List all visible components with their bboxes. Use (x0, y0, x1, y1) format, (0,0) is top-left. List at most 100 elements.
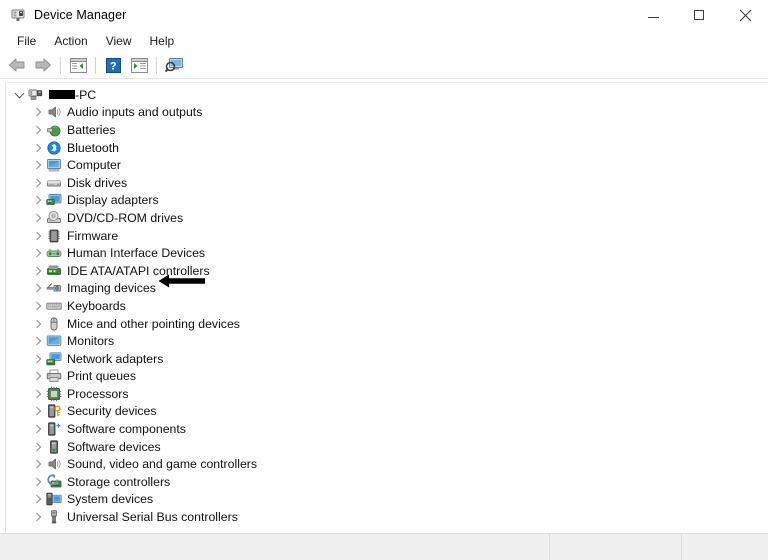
imaging-device-icon (46, 280, 62, 296)
expand-chevron-right-icon[interactable] (30, 510, 44, 524)
expand-chevron-right-icon[interactable] (30, 211, 44, 225)
expand-chevron-right-icon[interactable] (30, 440, 44, 454)
expand-chevron-right-icon[interactable] (30, 193, 44, 207)
expand-chevron-right-icon[interactable] (30, 369, 44, 383)
expand-chevron-right-icon[interactable] (30, 387, 44, 401)
tree-item-keyboards[interactable]: Keyboards (6, 297, 768, 315)
expand-chevron-right-icon[interactable] (30, 141, 44, 155)
tree-item-label: IDE ATA/ATAPI controllers (67, 263, 210, 278)
tree-root-label: -PC (49, 87, 96, 103)
software-component-icon (46, 421, 62, 437)
expand-chevron-right-icon[interactable] (30, 264, 44, 278)
tree-item-storage-controllers[interactable]: Storage controllers (6, 473, 768, 491)
speaker-icon (46, 104, 62, 120)
computer-root-icon (28, 87, 44, 103)
expand-chevron-right-icon[interactable] (30, 352, 44, 366)
tree-item-security-devices[interactable]: Security devices (6, 403, 768, 421)
tree-item-display-adapters[interactable]: Display adapters (6, 192, 768, 210)
tree-item-universal-serial-bus-controllers[interactable]: Universal Serial Bus controllers (6, 508, 768, 526)
tree-root-node[interactable]: -PC (6, 86, 768, 104)
expand-chevron-right-icon[interactable] (30, 229, 44, 243)
expand-chevron-right-icon[interactable] (30, 475, 44, 489)
menu-bar: File Action View Help (0, 30, 768, 52)
properties-button[interactable] (126, 53, 152, 77)
tree-item-ide-ata-atapi-controllers[interactable]: IDE ATA/ATAPI controllers (6, 262, 768, 280)
expand-chevron-right-icon[interactable] (30, 158, 44, 172)
expand-chevron-right-icon[interactable] (30, 422, 44, 436)
content-area: -PC Audio inputs and outputs Batteries B… (0, 79, 768, 533)
tree-item-processors[interactable]: Processors (6, 385, 768, 403)
tree-item-mice-and-other-pointing-devices[interactable]: Mice and other pointing devices (6, 315, 768, 333)
device-manager-icon (10, 7, 26, 23)
tree-item-label: Storage controllers (67, 474, 171, 489)
window-title: Device Manager (34, 8, 127, 22)
tree-item-firmware[interactable]: Firmware (6, 227, 768, 245)
tree-item-print-queues[interactable]: Print queues (6, 368, 768, 386)
expand-chevron-down-icon[interactable] (12, 88, 26, 102)
tree-item-audio-inputs-and-outputs[interactable]: Audio inputs and outputs (6, 104, 768, 122)
tree-item-monitors[interactable]: Monitors (6, 332, 768, 350)
expand-chevron-right-icon[interactable] (30, 334, 44, 348)
maximize-button[interactable] (676, 0, 722, 30)
tree-item-label: Human Interface Devices (67, 246, 206, 261)
optical-drive-icon (46, 210, 62, 226)
menu-item-help[interactable]: Help (141, 32, 184, 51)
tree-item-label: Firmware (67, 228, 119, 243)
tree-item-imaging-devices[interactable]: Imaging devices (6, 280, 768, 298)
tree-item-label: System devices (67, 492, 154, 507)
tree-item-label: Processors (67, 386, 129, 401)
tree-item-label: Disk drives (67, 175, 128, 190)
tree-item-label: Universal Serial Bus controllers (67, 510, 238, 525)
storage-controller-icon (46, 474, 62, 490)
expand-chevron-right-icon[interactable] (30, 317, 44, 331)
show-hide-console-tree-button[interactable] (65, 53, 91, 77)
status-bar (0, 533, 768, 560)
toolbar-separator (95, 56, 96, 74)
tree-item-label: Imaging devices (67, 281, 156, 296)
expand-chevron-right-icon[interactable] (30, 281, 44, 295)
tree-item-bluetooth[interactable]: Bluetooth (6, 139, 768, 157)
expand-chevron-right-icon[interactable] (30, 299, 44, 313)
tree-item-network-adapters[interactable]: Network adapters (6, 350, 768, 368)
back-arrow-icon (9, 58, 25, 72)
tree-item-label: Sound, video and game controllers (67, 457, 258, 472)
device-tree-pane[interactable]: -PC Audio inputs and outputs Batteries B… (5, 82, 768, 533)
back-button[interactable] (4, 53, 30, 77)
forward-button[interactable] (30, 53, 56, 77)
tree-item-disk-drives[interactable]: Disk drives (6, 174, 768, 192)
bluetooth-icon (46, 140, 62, 156)
tree-item-human-interface-devices[interactable]: Human Interface Devices (6, 244, 768, 262)
tree-item-system-devices[interactable]: System devices (6, 491, 768, 509)
tree-item-sound-video-and-game-controllers[interactable]: Sound, video and game controllers (6, 455, 768, 473)
usb-controller-icon (46, 509, 62, 525)
minimize-button[interactable] (630, 0, 676, 30)
menu-item-view[interactable]: View (97, 32, 141, 51)
menu-item-action[interactable]: Action (45, 32, 96, 51)
expand-chevron-right-icon[interactable] (30, 246, 44, 260)
expand-chevron-right-icon[interactable] (30, 404, 44, 418)
expand-chevron-right-icon[interactable] (30, 492, 44, 506)
tree-item-software-devices[interactable]: Software devices (6, 438, 768, 456)
scan-hardware-changes-button[interactable] (161, 53, 187, 77)
tree-item-dvd-cd-rom-drives[interactable]: DVD/CD-ROM drives (6, 209, 768, 227)
expand-chevron-right-icon[interactable] (30, 105, 44, 119)
tree-item-label: DVD/CD-ROM drives (67, 210, 184, 225)
tree-item-batteries[interactable]: Batteries (6, 121, 768, 139)
expand-chevron-right-icon[interactable] (30, 457, 44, 471)
expand-chevron-right-icon[interactable] (30, 176, 44, 190)
status-cell-tertiary (682, 534, 768, 560)
title-bar: Device Manager (0, 0, 768, 30)
computer-icon (46, 157, 62, 173)
display-adapter-icon (46, 192, 62, 208)
tree-item-label: Software components (67, 422, 186, 437)
status-cell-secondary (550, 534, 682, 560)
expand-chevron-right-icon[interactable] (30, 123, 44, 137)
tree-root-label-suffix: -PC (75, 87, 97, 102)
question-mark-icon: ? (105, 57, 121, 73)
close-button[interactable] (722, 0, 768, 30)
help-button[interactable]: ? (100, 53, 126, 77)
minimize-icon (647, 16, 659, 18)
menu-item-file[interactable]: File (8, 32, 45, 51)
tree-item-software-components[interactable]: Software components (6, 420, 768, 438)
tree-item-computer[interactable]: Computer (6, 156, 768, 174)
